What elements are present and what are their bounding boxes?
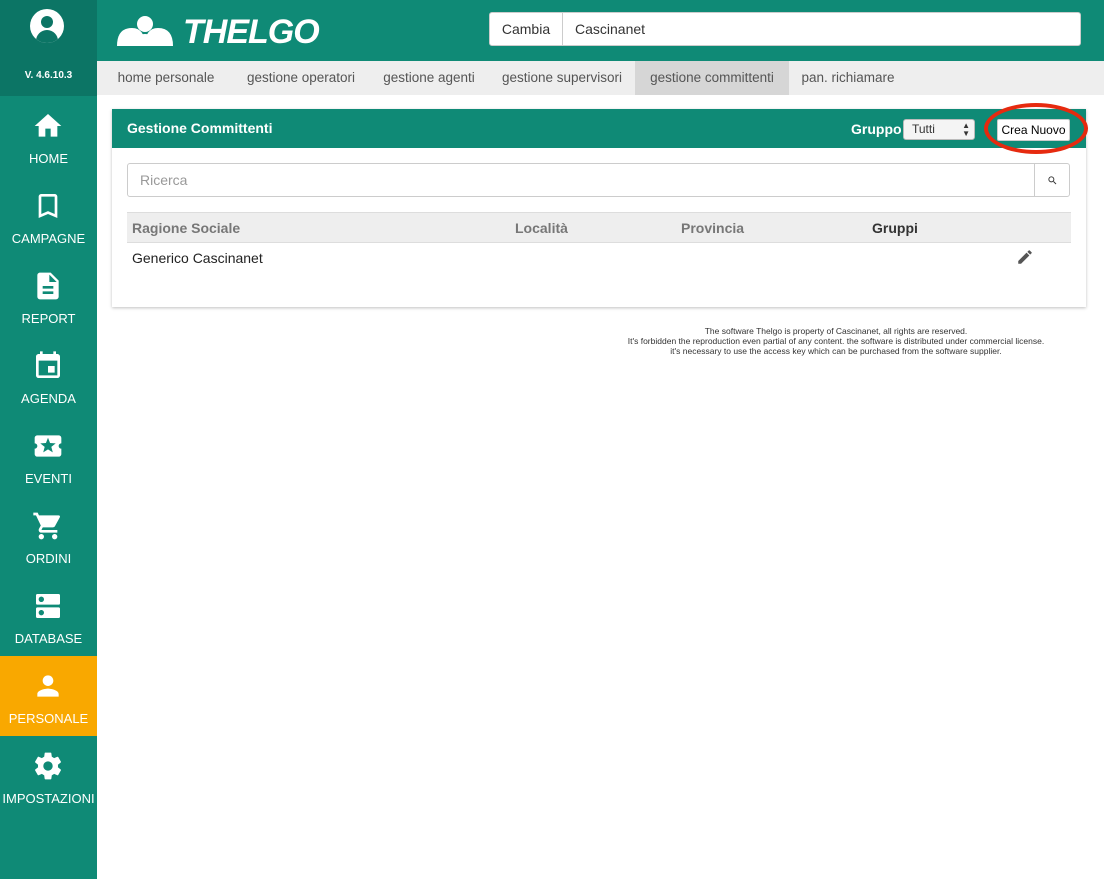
sidebar-item-ordini[interactable]: ORDINI xyxy=(0,496,97,576)
table-header: Ragione Sociale Località Provincia Grupp… xyxy=(127,212,1071,243)
sidebar: V. 4.6.10.3 HOME CAMPAGNE REPORT AGENDA … xyxy=(0,0,97,879)
column-localita[interactable]: Località xyxy=(515,220,568,236)
calendar-icon xyxy=(36,351,60,378)
sidebar-item-label: CAMPAGNE xyxy=(11,231,86,246)
search-button[interactable] xyxy=(1034,163,1070,197)
sidebar-item-report[interactable]: REPORT xyxy=(0,256,97,336)
logo-people-icon xyxy=(117,16,173,46)
panel-title: Gestione Committenti xyxy=(127,120,273,136)
sidebar-item-label: IMPOSTAZIONI xyxy=(2,791,95,806)
footer-line: It's forbidden the reproduction even par… xyxy=(627,336,1045,346)
tab-gestione-operatori[interactable]: gestione operatori xyxy=(240,61,362,95)
search-icon xyxy=(1048,176,1057,185)
sidebar-item-label: EVENTI xyxy=(25,471,72,486)
bookmark-icon xyxy=(38,194,58,218)
sidebar-item-home[interactable]: HOME xyxy=(0,96,97,176)
select-arrows-icon: ▲ ▼ xyxy=(962,121,970,138)
gear-icon xyxy=(35,752,61,780)
search-input[interactable]: Ricerca xyxy=(127,163,1035,197)
sidebar-item-label: DATABASE xyxy=(14,631,83,646)
panel-header: Gestione Committenti Gruppo Tutti ▲ ▼ Cre… xyxy=(112,109,1086,148)
shopping-cart-icon xyxy=(33,512,61,540)
person-icon xyxy=(37,675,59,697)
column-provincia[interactable]: Provincia xyxy=(681,220,744,236)
tab-gestione-agenti[interactable]: gestione agenti xyxy=(379,61,479,95)
table-row[interactable]: Generico Cascinanet xyxy=(127,243,1071,275)
edit-pencil-icon[interactable] xyxy=(1016,248,1034,266)
version-label: V. 4.6.10.3 xyxy=(24,70,73,81)
home-icon xyxy=(34,114,62,137)
sidebar-item-personale[interactable]: PERSONALE xyxy=(0,656,97,736)
sidebar-item-database[interactable]: DATABASE xyxy=(0,576,97,656)
sidebar-item-eventi[interactable]: EVENTI xyxy=(0,416,97,496)
sidebar-item-label: HOME xyxy=(29,151,68,166)
tab-pan-richiamare[interactable]: pan. richiamare xyxy=(794,61,902,95)
tab-gestione-supervisori[interactable]: gestione supervisori xyxy=(497,61,627,95)
cell-ragione-sociale: Generico Cascinanet xyxy=(132,250,263,266)
tab-gestione-committenti[interactable]: gestione committenti xyxy=(635,61,789,95)
column-ragione-sociale[interactable]: Ragione Sociale xyxy=(132,220,240,236)
tab-home-personale[interactable]: home personale xyxy=(112,61,220,95)
sidebar-item-campagne[interactable]: CAMPAGNE xyxy=(0,176,97,256)
cambia-button[interactable]: Cambia xyxy=(489,12,563,46)
gruppo-select[interactable]: Tutti ▲ ▼ xyxy=(903,119,975,140)
sidebar-item-label: REPORT xyxy=(21,311,76,326)
thelgo-logo[interactable]: THELGO xyxy=(111,10,320,51)
column-gruppi[interactable]: Gruppi xyxy=(872,220,918,236)
ticket-star-icon xyxy=(34,435,62,457)
crea-nuovo-button[interactable]: Crea Nuovo xyxy=(997,119,1070,141)
user-avatar-icon[interactable] xyxy=(30,9,64,43)
document-icon xyxy=(37,272,59,300)
footer-line: The software Thelgo is property of Casci… xyxy=(704,326,968,336)
sidebar-item-label: AGENDA xyxy=(21,391,76,406)
gruppo-label: Gruppo xyxy=(851,121,902,137)
sidebar-item-label: PERSONALE xyxy=(8,711,89,726)
logo-text: THELGO xyxy=(183,13,320,51)
tab-bar: home personale gestione operatori gestio… xyxy=(97,61,1104,95)
gruppo-select-value: Tutti xyxy=(912,122,935,136)
footer-line: it's necessary to use the access key whi… xyxy=(670,346,1002,356)
committenti-panel: Gestione Committenti Gruppo Tutti ▲ ▼ Cre… xyxy=(112,103,1088,307)
sidebar-item-impostazioni[interactable]: IMPOSTAZIONI xyxy=(0,736,97,816)
sidebar-header: V. 4.6.10.3 xyxy=(0,0,97,96)
sidebar-item-label: ORDINI xyxy=(25,551,72,566)
sidebar-item-agenda[interactable]: AGENDA xyxy=(0,336,97,416)
top-bar: THELGO Cambia Cascinanet xyxy=(97,0,1104,61)
database-icon xyxy=(36,594,60,618)
company-field[interactable]: Cascinanet xyxy=(562,12,1081,46)
copyright-footer: The software Thelgo is property of Casci… xyxy=(600,326,1072,356)
